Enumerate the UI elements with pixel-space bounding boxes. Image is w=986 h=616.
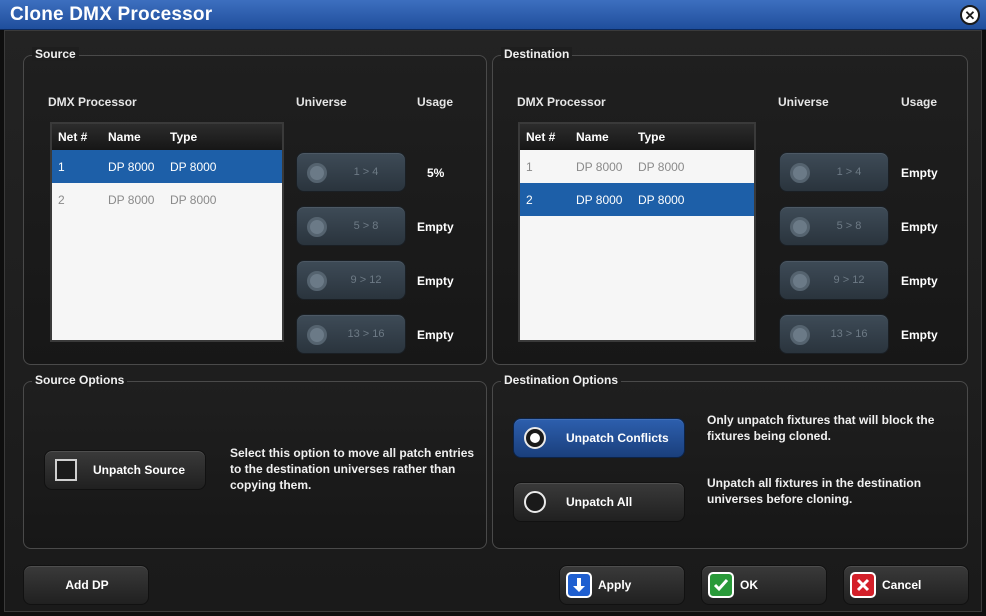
universe-range-label: 1 > 4 bbox=[836, 166, 862, 178]
universe-range-label: 1 > 4 bbox=[353, 166, 379, 178]
universe-range-label: 5 > 8 bbox=[353, 220, 379, 232]
source-usage-value: 5% bbox=[427, 166, 445, 180]
source-universe-5-8-button[interactable]: 5 > 8 bbox=[296, 206, 406, 246]
ok-button[interactable]: OK bbox=[701, 565, 827, 605]
universe-range-label: 9 > 12 bbox=[833, 274, 865, 286]
col-name: Name bbox=[108, 130, 141, 144]
source-universe-9-12-button[interactable]: 9 > 12 bbox=[296, 260, 406, 300]
unpatch-all-button[interactable]: Unpatch All bbox=[513, 482, 685, 522]
radio-indicator-icon bbox=[307, 325, 327, 345]
ok-label: OK bbox=[740, 578, 758, 592]
source-universe-label: Universe bbox=[296, 95, 347, 109]
unpatch-source-description: Select this option to move all patch ent… bbox=[230, 446, 475, 492]
destination-universe-label: Universe bbox=[778, 95, 829, 109]
destination-group-title: Destination bbox=[501, 47, 573, 61]
window-title: Clone DMX Processor bbox=[10, 4, 213, 25]
table-row[interactable]: 1 DP 8000 DP 8000 bbox=[520, 150, 754, 183]
cancel-button[interactable]: Cancel bbox=[843, 565, 969, 605]
source-universe-1-4-button[interactable]: 1 > 4 bbox=[296, 152, 406, 192]
radio-unselected-icon bbox=[524, 491, 546, 513]
cell-net: 1 bbox=[526, 159, 533, 174]
radio-indicator-icon bbox=[790, 217, 810, 237]
cell-type: DP 8000 bbox=[638, 159, 685, 174]
source-processor-label: DMX Processor bbox=[48, 95, 137, 109]
col-net: Net # bbox=[526, 130, 556, 144]
add-dp-button[interactable]: Add DP bbox=[23, 565, 149, 605]
destination-universe-9-12-button[interactable]: 9 > 12 bbox=[779, 260, 889, 300]
destination-usage-label: Usage bbox=[901, 95, 938, 109]
add-dp-label: Add DP bbox=[65, 578, 109, 592]
universe-range-label: 5 > 8 bbox=[836, 220, 862, 232]
source-group: Source DMX Processor Universe Usage Net … bbox=[23, 47, 487, 365]
source-options-title: Source Options bbox=[32, 373, 128, 387]
cell-net: 1 bbox=[58, 159, 65, 174]
radio-indicator-icon bbox=[790, 271, 810, 291]
cell-name: DP 8000 bbox=[108, 192, 155, 207]
table-header: Net # Name Type bbox=[520, 124, 754, 150]
destination-usage-value: Empty bbox=[901, 274, 938, 288]
source-usage-value: Empty bbox=[417, 220, 454, 234]
destination-group: Destination DMX Processor Universe Usage… bbox=[492, 47, 968, 365]
source-processor-table[interactable]: Net # Name Type 1 DP 8000 DP 8000 2 DP 8… bbox=[50, 122, 284, 342]
apply-button[interactable]: Apply bbox=[559, 565, 685, 605]
cell-net: 2 bbox=[526, 192, 533, 207]
unpatch-all-description: Unpatch all fixtures in the destination … bbox=[707, 476, 922, 506]
destination-options-group: Destination Options Unpatch Conflicts On… bbox=[492, 373, 968, 549]
radio-indicator-icon bbox=[790, 325, 810, 345]
destination-processor-table[interactable]: Net # Name Type 1 DP 8000 DP 8000 2 DP 8… bbox=[518, 122, 756, 342]
checkbox-icon bbox=[55, 459, 77, 481]
universe-range-label: 13 > 16 bbox=[347, 328, 385, 340]
cancel-label: Cancel bbox=[882, 578, 922, 592]
source-usage-label: Usage bbox=[417, 95, 454, 109]
destination-processor-label: DMX Processor bbox=[517, 95, 606, 109]
radio-selected-icon bbox=[524, 427, 546, 449]
unpatch-conflicts-description: Only unpatch fixtures that will block th… bbox=[707, 413, 935, 443]
cell-net: 2 bbox=[58, 192, 65, 207]
destination-universe-5-8-button[interactable]: 5 > 8 bbox=[779, 206, 889, 246]
destination-universe-13-16-button[interactable]: 13 > 16 bbox=[779, 314, 889, 354]
universe-range-label: 13 > 16 bbox=[830, 328, 868, 340]
close-icon[interactable]: ✕ bbox=[960, 5, 980, 25]
source-usage-value: Empty bbox=[417, 328, 454, 342]
cell-name: DP 8000 bbox=[108, 159, 155, 174]
radio-indicator-icon bbox=[307, 217, 327, 237]
col-name: Name bbox=[576, 130, 609, 144]
apply-arrow-down-icon bbox=[566, 572, 592, 598]
source-universe-13-16-button[interactable]: 13 > 16 bbox=[296, 314, 406, 354]
cell-type: DP 8000 bbox=[638, 192, 685, 207]
col-net: Net # bbox=[58, 130, 88, 144]
apply-label: Apply bbox=[598, 578, 632, 592]
ok-check-icon bbox=[708, 572, 734, 598]
unpatch-source-button[interactable]: Unpatch Source bbox=[44, 450, 206, 490]
universe-range-label: 9 > 12 bbox=[350, 274, 382, 286]
table-row[interactable]: 1 DP 8000 DP 8000 bbox=[52, 150, 282, 183]
destination-usage-value: Empty bbox=[901, 328, 938, 342]
source-group-title: Source bbox=[32, 47, 79, 61]
cell-type: DP 8000 bbox=[170, 159, 217, 174]
cell-type: DP 8000 bbox=[170, 192, 217, 207]
table-row[interactable]: 2 DP 8000 DP 8000 bbox=[520, 183, 754, 216]
dialog-body: Source DMX Processor Universe Usage Net … bbox=[4, 30, 982, 612]
source-options-group: Source Options Unpatch Source Select thi… bbox=[23, 373, 487, 549]
destination-usage-value: Empty bbox=[901, 166, 938, 180]
destination-options-title: Destination Options bbox=[501, 373, 621, 387]
source-usage-value: Empty bbox=[417, 274, 454, 288]
destination-universe-1-4-button[interactable]: 1 > 4 bbox=[779, 152, 889, 192]
table-row[interactable]: 2 DP 8000 DP 8000 bbox=[52, 183, 282, 216]
radio-indicator-icon bbox=[307, 163, 327, 183]
table-header: Net # Name Type bbox=[52, 124, 282, 150]
col-type: Type bbox=[638, 130, 666, 144]
destination-usage-value: Empty bbox=[901, 220, 938, 234]
unpatch-conflicts-button[interactable]: Unpatch Conflicts bbox=[513, 418, 685, 458]
cell-name: DP 8000 bbox=[576, 192, 623, 207]
cell-name: DP 8000 bbox=[576, 159, 623, 174]
cancel-x-icon bbox=[850, 572, 876, 598]
radio-indicator-icon bbox=[307, 271, 327, 291]
col-type: Type bbox=[170, 130, 198, 144]
unpatch-all-label: Unpatch All bbox=[566, 495, 633, 509]
radio-indicator-icon bbox=[790, 163, 810, 183]
unpatch-conflicts-label: Unpatch Conflicts bbox=[566, 431, 669, 445]
unpatch-source-label: Unpatch Source bbox=[93, 463, 186, 477]
title-bar: Clone DMX Processor ✕ bbox=[0, 0, 986, 30]
